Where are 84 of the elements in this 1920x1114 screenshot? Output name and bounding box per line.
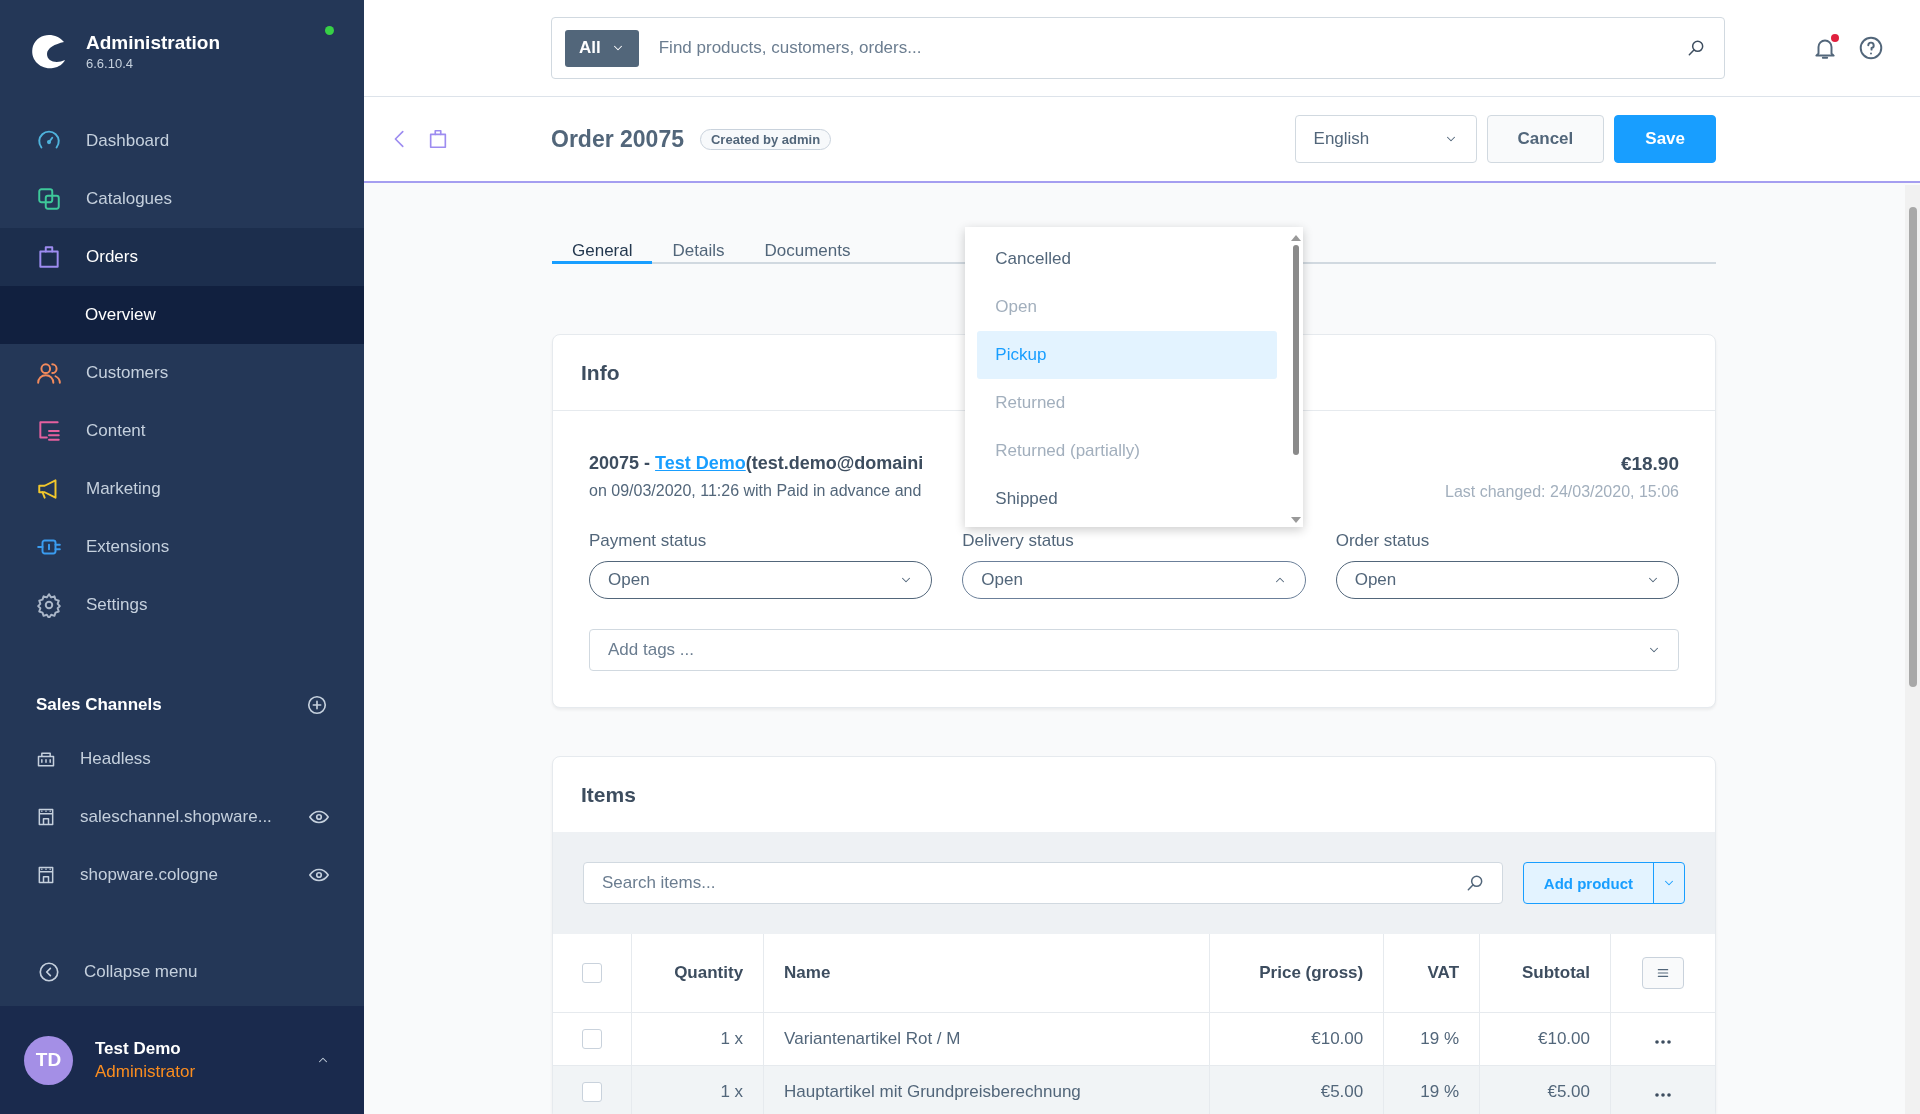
dropdown-scrollbar[interactable] [1289,235,1304,523]
table-cell: 19 % [1383,1012,1480,1066]
user-panel[interactable]: TD Test Demo Administrator [0,1006,364,1114]
nav-item[interactable]: Settings [0,576,364,634]
creator-badge: Created by admin [700,128,832,150]
checkbox[interactable] [582,963,602,984]
nav-item[interactable]: Orders [0,228,364,286]
search-icon [1686,38,1706,58]
scroll-up-icon[interactable] [1291,235,1302,241]
status-select[interactable]: Open [589,561,933,599]
collapse-menu-link[interactable]: Collapse menu [0,904,364,1000]
field-label: Delivery status [962,531,1075,551]
users-icon [36,360,62,386]
order-summary: 20075 - Test Demo(test.demo@domaini [589,453,924,474]
checkbox[interactable] [582,1082,602,1103]
table-cell: 1 x [631,1012,764,1066]
table-cell: €5.00 [1479,1065,1611,1114]
field-label: Payment status [589,531,708,551]
help-icon [1858,35,1884,61]
column-header[interactable]: VAT [1383,934,1480,1013]
content-icon [36,418,62,444]
tab[interactable]: Documents [744,241,871,264]
avatar: TD [24,1035,73,1085]
table-cell: Variantenartikel Rot / M [763,1012,1210,1066]
language-select[interactable]: English [1294,115,1477,163]
version-label: 6.6.10.4 [86,55,134,71]
order-details: on 09/03/2020, 11:26 with Paid in advance and [589,482,923,500]
storefront-icon [36,865,56,885]
squares-icon [36,186,62,212]
nav-item[interactable]: Extensions [0,518,364,576]
table-cell: €10.00 [1479,1012,1611,1066]
status-select[interactable]: Open [1335,561,1679,599]
card-title: Items [581,782,636,807]
basket-icon [36,749,56,769]
nav-item[interactable]: Catalogues [0,170,364,228]
nav-item[interactable]: Dashboard [0,112,364,170]
column-header[interactable]: Quantity [631,934,764,1013]
page-title: Order 20075 [551,125,684,153]
notifications-button[interactable] [1812,35,1838,61]
dropdown-option[interactable]: Cancelled [977,235,1278,283]
global-search-field[interactable]: All Find products, customers, orders... [551,17,1725,79]
nav-item[interactable]: Content [0,402,364,460]
user-role: Administrator [95,1061,197,1082]
column-header[interactable]: Subtotal [1479,934,1611,1013]
column-header[interactable]: Price (gross) [1209,934,1384,1013]
scrollbar[interactable] [1905,185,1920,1114]
chevron-left-icon [38,961,60,983]
storefront-icon [36,807,56,827]
checkbox[interactable] [582,1029,602,1050]
more-icon[interactable] [1655,1040,1671,1044]
channel-item[interactable]: shopware.cologne [0,846,364,904]
bag-icon [427,128,449,150]
table-cell: €5.00 [1209,1065,1384,1114]
cancel-button[interactable]: Cancel [1486,115,1605,163]
column-header[interactable]: Name [763,934,1210,1013]
order-total: €18.90 [1620,453,1679,475]
nav-item[interactable]: Marketing [0,460,364,518]
item-search-field[interactable]: Search items... [583,862,1503,904]
tags-field[interactable]: Add tags ... [589,629,1679,671]
user-name: Test Demo [95,1038,182,1059]
more-icon[interactable] [1655,1093,1671,1097]
tab[interactable]: Details [652,241,745,264]
table-cell: 1 x [631,1065,764,1114]
dropdown-option[interactable]: Shipped [977,475,1278,523]
table-cell: Hauptartikel mit Grundpreisberechnung [763,1065,1210,1114]
channel-item[interactable]: Headless [0,730,364,788]
help-button[interactable] [1858,35,1884,61]
scope-dropdown[interactable]: All [565,29,639,67]
table-cell: 19 % [1383,1065,1480,1114]
nav-subitem[interactable]: Overview [0,286,364,344]
tab[interactable]: General [552,241,653,264]
scroll-down-icon[interactable] [1291,517,1302,523]
bag-icon [36,244,62,270]
last-changed: Last changed: 24/03/2020, 15:06 [1445,483,1679,501]
nav-item[interactable]: Customers [0,344,364,402]
field-label: Order status [1335,531,1431,551]
table-cell: €10.00 [1209,1012,1384,1066]
gear-icon [36,592,62,618]
card-title: Info [581,360,620,385]
section-title: Sales Channels [36,695,162,715]
column-settings-button[interactable] [1642,957,1684,989]
app-title: Administration [86,31,222,54]
status-select[interactable]: Open [962,561,1306,599]
channel-item[interactable]: saleschannel.shopware... [0,788,364,846]
